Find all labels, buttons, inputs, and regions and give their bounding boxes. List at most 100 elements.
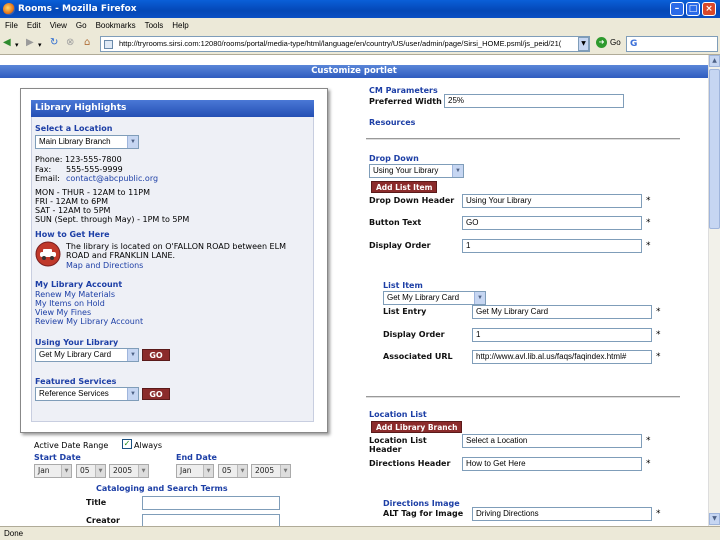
hours-line: MON - THUR - 12AM to 11PM [35, 188, 151, 197]
menu-bookmarks[interactable]: Bookmarks [91, 18, 140, 30]
divider [366, 396, 680, 398]
hours-line: FRI - 12AM to 6PM [35, 197, 108, 206]
title-label: Title [86, 498, 107, 507]
required-marker: * [646, 241, 651, 251]
menu-help[interactable]: Help [167, 18, 192, 30]
add-list-item-button[interactable]: Add List Item [371, 181, 438, 193]
list-entry-input[interactable]: Get My Library Card [472, 305, 652, 319]
review-account-link[interactable]: Review My Library Account [35, 317, 143, 326]
featured-services-select[interactable]: Reference Services ▼ [35, 387, 139, 401]
map-directions-link[interactable]: Map and Directions [66, 261, 143, 270]
minimize-button[interactable]: – [670, 2, 684, 16]
list-item-heading: List Item [383, 281, 423, 290]
reload-icon[interactable]: ↻ [50, 37, 58, 49]
associated-url-input[interactable]: http://www.avl.lib.al.us/faqs/faqindex.h… [472, 350, 652, 364]
view-fines-link[interactable]: View My Fines [35, 308, 91, 317]
chevron-down-icon: ▼ [95, 465, 105, 477]
required-marker: * [646, 196, 651, 206]
end-year-select[interactable]: 2005 ▼ [251, 464, 291, 478]
url-input[interactable]: http://tryrooms.sirsi.com:12080/rooms/po… [100, 36, 590, 52]
close-button[interactable]: × [702, 2, 716, 16]
required-marker: * [656, 307, 661, 317]
drop-down-header-input[interactable]: Using Your Library [462, 194, 642, 208]
drop-down-header-label: Drop Down Header [369, 196, 455, 205]
creator-input[interactable] [142, 514, 280, 526]
url-dropdown-icon[interactable]: ▼ [578, 37, 589, 51]
start-year-select[interactable]: 2005 ▼ [109, 464, 149, 478]
library-highlights-header: Library Highlights [31, 100, 314, 117]
preferred-width-input[interactable]: 25% [444, 94, 624, 108]
go-button[interactable]: GO [142, 388, 170, 400]
phone-text: Phone: 123-555-7800 [35, 155, 122, 164]
end-month-select[interactable]: Jan ▼ [176, 464, 214, 478]
start-date-label: Start Date [34, 453, 81, 462]
chevron-down-icon: ▼ [203, 465, 213, 477]
using-library-select[interactable]: Get My Library Card ▼ [35, 348, 139, 362]
forward-icon[interactable]: ▶ [26, 37, 34, 49]
fax-label: Fax: [35, 165, 52, 174]
scroll-down-icon[interactable]: ▼ [709, 513, 720, 525]
search-input[interactable]: G [626, 36, 718, 52]
end-day-select[interactable]: 05 ▼ [218, 464, 248, 478]
always-checkbox[interactable]: ✓ [122, 439, 132, 449]
directions-header-input[interactable]: How to Get Here [462, 457, 642, 471]
back-dropdown-icon[interactable]: ▾ [15, 39, 19, 51]
start-day-select[interactable]: 05 ▼ [76, 464, 106, 478]
display-order-input[interactable]: 1 [462, 239, 642, 253]
list-item-select[interactable]: Get My Library Card ▼ [383, 291, 486, 305]
go-label[interactable]: Go [610, 38, 621, 47]
directions-image-heading: Directions Image [383, 499, 460, 508]
email-link[interactable]: contact@abcpublic.org [66, 174, 158, 183]
required-marker: * [646, 459, 651, 469]
location-list-header-input[interactable]: Select a Location [462, 434, 642, 448]
directions-header-label: Directions Header [369, 459, 451, 468]
chevron-down-icon: ▼ [127, 388, 138, 400]
items-on-hold-link[interactable]: My Items on Hold [35, 299, 105, 308]
display-order-label: Display Order [369, 241, 431, 250]
home-icon[interactable]: ⌂ [84, 37, 90, 49]
required-marker: * [656, 509, 661, 519]
location-list-header-label: Header [369, 445, 402, 454]
menu-edit[interactable]: Edit [22, 18, 45, 30]
go-button[interactable]: GO [142, 349, 170, 361]
maximize-button[interactable]: □ [686, 2, 700, 16]
renew-materials-link[interactable]: Renew My Materials [35, 290, 115, 299]
menu-tools[interactable]: Tools [140, 18, 168, 30]
chevron-down-icon: ▼ [127, 136, 138, 148]
preferred-width-label: Preferred Width [369, 97, 442, 106]
creator-label: Creator [86, 516, 120, 525]
cataloging-heading: Cataloging and Search Terms [96, 484, 228, 493]
title-input[interactable] [142, 496, 280, 510]
window-title: Rooms - Mozilla Firefox [18, 4, 137, 14]
directions-text: The library is located on O'FALLON ROAD … [66, 242, 286, 251]
menu-file[interactable]: File [0, 18, 22, 30]
hours-line: SUN (Sept. through May) - 1PM to 5PM [35, 215, 190, 224]
hours-line: SAT - 12AM to 5PM [35, 206, 111, 215]
vertical-scrollbar[interactable]: ▲ ▼ [708, 55, 720, 526]
stop-icon[interactable]: ⊗ [66, 37, 74, 49]
go-arrow-icon[interactable]: ➜ [596, 37, 607, 48]
forward-dropdown-icon[interactable]: ▾ [38, 39, 42, 51]
active-date-range-label: Active Date Range [34, 441, 109, 450]
back-icon[interactable]: ◀ [3, 37, 11, 49]
portlet-title-bar: Customize portlet [0, 65, 708, 78]
list-display-order-input[interactable]: 1 [472, 328, 652, 342]
start-month-select[interactable]: Jan ▼ [34, 464, 72, 478]
menu-go[interactable]: Go [71, 18, 91, 30]
add-library-branch-button[interactable]: Add Library Branch [371, 421, 463, 433]
directions-text: ROAD and FRANKLIN LANE. [66, 251, 176, 260]
alt-tag-input[interactable]: Driving Directions [472, 507, 652, 521]
button-text-input[interactable]: GO [462, 216, 642, 230]
drop-down-select[interactable]: Using Your Library ▼ [369, 164, 464, 178]
scroll-thumb[interactable] [709, 69, 720, 229]
email-label: Email: [35, 174, 60, 183]
chevron-down-icon: ▼ [452, 165, 463, 177]
page-content: Customize portlet Library Highlights Sel… [0, 55, 708, 526]
chevron-down-icon: ▼ [474, 292, 485, 304]
menu-view[interactable]: View [45, 18, 71, 30]
scroll-up-icon[interactable]: ▲ [709, 55, 720, 67]
location-select[interactable]: Main Library Branch ▼ [35, 135, 139, 149]
google-logo-icon: G [630, 39, 638, 49]
firefox-icon [3, 3, 15, 15]
menubar: File Edit View Go Bookmarks Tools Help [0, 18, 720, 33]
